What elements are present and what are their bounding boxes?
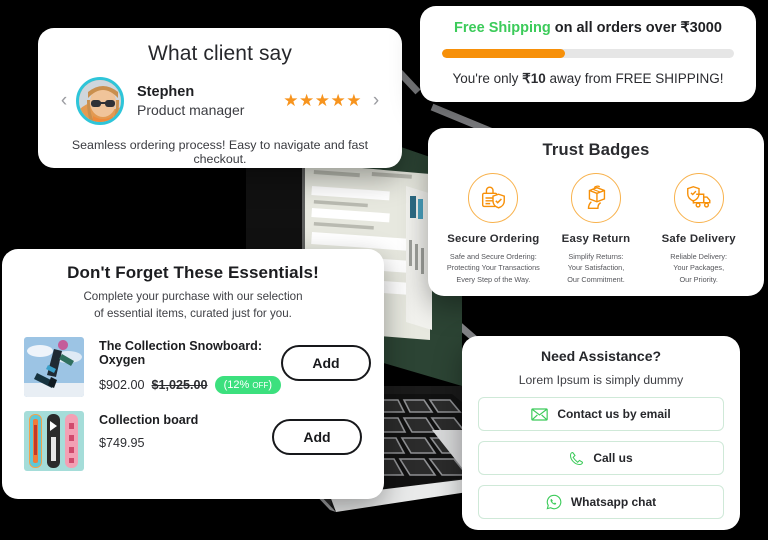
trust-badge-desc: Safe and Secure Ordering: Protecting You…: [446, 252, 540, 284]
price-row: $902.00 $1,025.00 (12% OFF): [99, 375, 281, 394]
next-testimonial-arrow[interactable]: ›: [368, 90, 384, 112]
product-row: The Collection Snowboard: Oxygen $902.00…: [24, 336, 371, 397]
whatsapp-icon: [546, 494, 562, 510]
trust-badge-easy-return: Easy Return Simplify Returns: Your Satis…: [545, 173, 648, 285]
shield-truck-icon: [686, 186, 711, 208]
shipping-headline-highlight: Free Shipping: [454, 20, 551, 36]
envelope-icon: [531, 407, 549, 421]
free-shipping-card: Free Shipping on all orders over ₹3000 Y…: [420, 6, 756, 102]
prev-testimonial-arrow[interactable]: ‹: [56, 90, 72, 112]
assistance-subtitle: Lorem Ipsum is simply dummy: [518, 373, 684, 387]
user-avatar-icon: [79, 80, 121, 122]
shipping-headline-rest: on all orders over ₹3000: [550, 20, 722, 36]
discount-badge-end: ): [268, 378, 272, 391]
trust-badge-safe-delivery: Safe Delivery Reliable Delivery: Your Pa…: [647, 173, 750, 285]
avatar: [76, 77, 124, 125]
trust-badge-desc: Simplify Returns: Your Satisfaction, Our…: [567, 252, 625, 284]
testimonial-quote: Seamless ordering process! Easy to navig…: [71, 138, 369, 166]
shipping-progress-track: [442, 49, 734, 58]
add-to-cart-button[interactable]: Add: [280, 344, 371, 381]
reviewer-name: Stephen: [137, 83, 195, 100]
shipping-subtext: You're only ₹10 away from FREE SHIPPING!: [442, 71, 734, 87]
assistance-option-label: Contact us by email: [557, 407, 671, 421]
price-row: $749.95: [99, 436, 272, 450]
testimonial-row: ‹ Stephen Product manager ★★★★★ ›: [56, 77, 384, 125]
shipping-remaining-amount: ₹10: [522, 71, 546, 86]
shipping-headline: Free Shipping on all orders over ₹3000: [442, 20, 734, 36]
add-to-cart-button[interactable]: Add: [272, 418, 362, 455]
shipping-subtext-prefix: You're only: [452, 71, 523, 86]
essentials-subtitle: Complete your purchase with our selectio…: [83, 290, 303, 320]
product-price: $902.00: [99, 377, 145, 392]
assistance-option-label: Call us: [593, 451, 633, 465]
phone-icon: [569, 451, 584, 466]
snowboarder-photo-icon: [24, 336, 84, 397]
trust-badge-desc: Reliable Delivery: Your Packages, Our Pr…: [670, 252, 728, 284]
whatsapp-chat-button[interactable]: Whatsapp chat: [478, 485, 724, 519]
box-hand-return-icon: [587, 185, 606, 210]
product-row: Collection board $749.95 Add: [24, 410, 362, 471]
need-assistance-card: Need Assistance? Lorem Ipsum is simply d…: [462, 336, 740, 530]
trust-badges-title: Trust Badges: [542, 141, 650, 159]
shipping-progress-fill: [442, 49, 565, 58]
reviewer-role: Product manager: [137, 101, 245, 118]
star-rating-icon: ★★★★★: [283, 91, 362, 110]
assistance-option-label: Whatsapp chat: [570, 495, 657, 509]
trust-badge-secure-ordering: Secure Ordering Safe and Secure Ordering…: [442, 173, 545, 285]
product-compare-price: $1,025.00: [151, 377, 208, 392]
product-name: The Collection Snowboard: Oxygen: [99, 338, 263, 367]
discount-badge-off: OFF: [252, 380, 269, 390]
three-snowboards-photo-icon: [24, 410, 84, 471]
reviewer-info: Stephen Product manager: [137, 83, 283, 119]
discount-badge: (12% OFF): [214, 375, 281, 394]
product-name: Collection board: [99, 412, 199, 427]
contact-by-email-button[interactable]: Contact us by email: [478, 397, 724, 431]
screenshot-stage: What client say ‹ Stephen Product manage…: [0, 0, 768, 540]
shipping-subtext-suffix: away from FREE SHIPPING!: [545, 71, 724, 86]
trust-badge-name: Secure Ordering: [447, 233, 540, 245]
testimonial-title: What client say: [148, 42, 292, 65]
testimonial-card: What client say ‹ Stephen Product manage…: [38, 28, 402, 168]
essentials-title: Don't Forget These Essentials!: [67, 263, 319, 282]
trust-badges-grid: Secure Ordering Safe and Secure Ordering…: [442, 173, 750, 285]
discount-badge-text: (12%: [223, 378, 253, 391]
trust-badge-name: Safe Delivery: [661, 233, 736, 245]
essentials-upsell-card: Don't Forget These Essentials! Complete …: [2, 249, 384, 499]
trust-badges-card: Trust Badges Secure Ordering Safe and Se…: [428, 128, 764, 296]
product-price: $749.95: [99, 435, 145, 450]
product-details: The Collection Snowboard: Oxygen $902.00…: [99, 337, 281, 394]
trust-badge-name: Easy Return: [561, 233, 631, 245]
product-details: Collection board $749.95: [99, 411, 272, 450]
assistance-title: Need Assistance?: [540, 348, 662, 364]
call-us-button[interactable]: Call us: [478, 441, 724, 475]
lock-shield-icon: [482, 186, 506, 209]
